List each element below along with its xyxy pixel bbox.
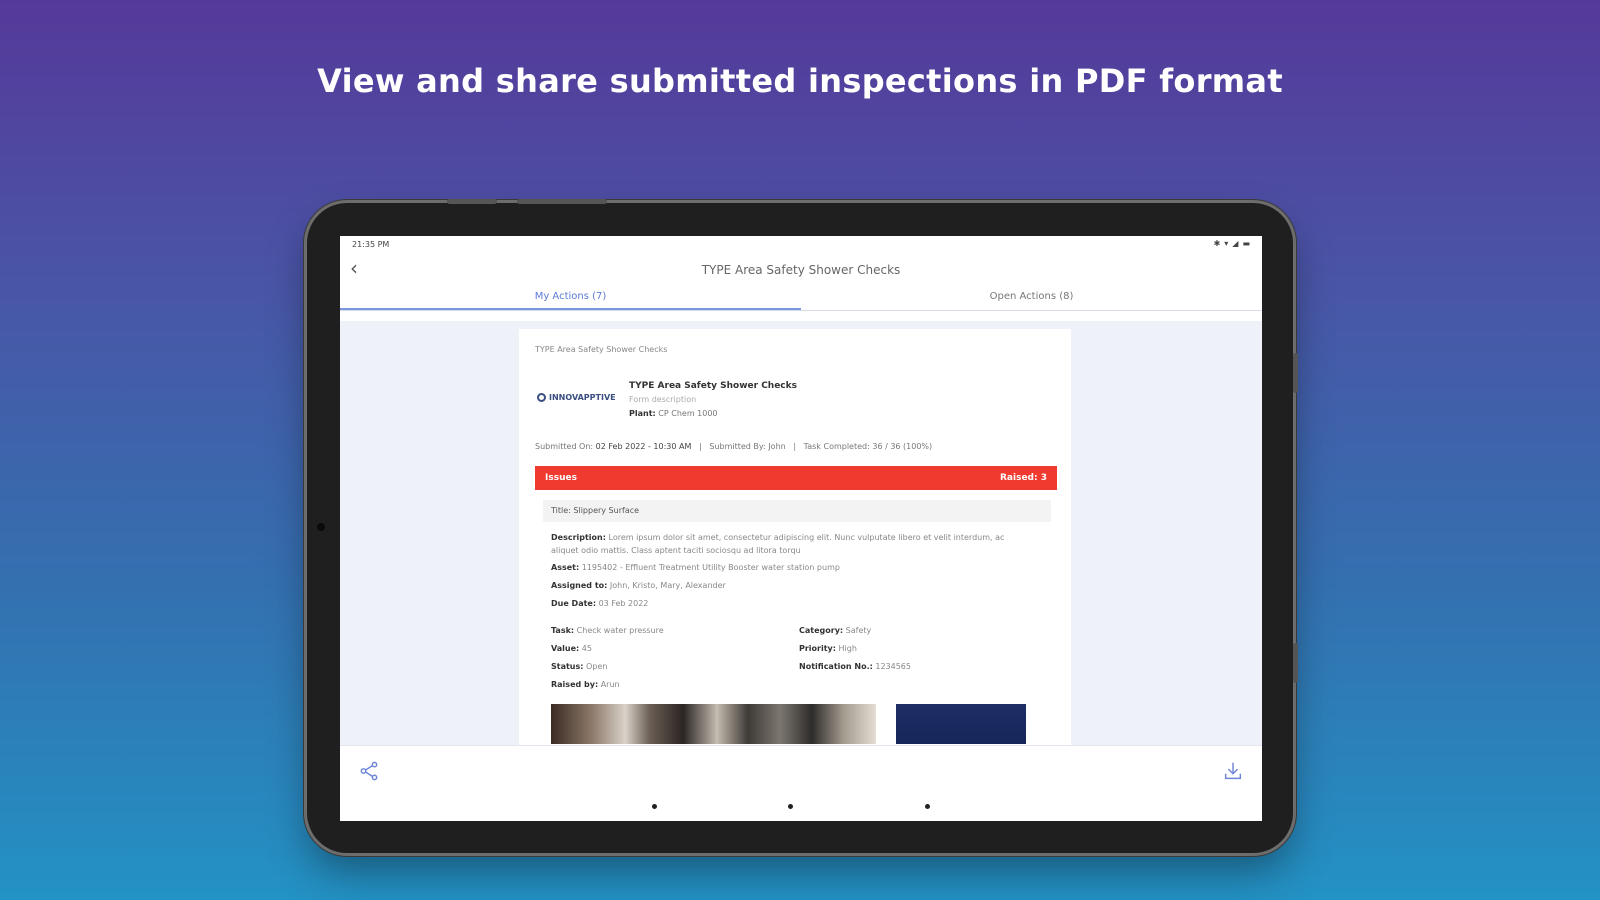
share-icon: [360, 761, 378, 781]
status-time: 21:35 PM: [352, 239, 390, 249]
value-value: 45: [581, 644, 592, 653]
tablet-device: 21:35 PM ✱ ▾ ◢ ▬ ‹ TYPE Area Safety Show…: [307, 199, 1298, 853]
notification-value: 1234565: [875, 662, 911, 671]
plant-value: CP Chem 1000: [658, 409, 718, 418]
issue-title-row: Title: Slippery Surface: [543, 500, 1051, 522]
plant-label: Plant:: [629, 409, 656, 418]
tablet-button: [447, 199, 497, 204]
status-label: Status:: [551, 662, 584, 671]
bottom-toolbar: [340, 745, 1262, 821]
category-label: Category:: [799, 626, 844, 635]
assigned-value: John, Kristo, Mary, Alexander: [609, 581, 726, 590]
issue-photo[interactable]: [551, 704, 716, 744]
issues-label: Issues: [545, 473, 577, 483]
raised-value: Arun: [600, 680, 620, 689]
nav-back-button[interactable]: [925, 804, 930, 809]
task-completed-value: 36 / 36 (100%): [872, 442, 933, 451]
system-icons: ✱ ▾ ◢ ▬: [1214, 240, 1250, 248]
headline: View and share submitted inspections in …: [317, 62, 1283, 100]
raised-label: Raised by:: [551, 680, 599, 689]
logo-mark-icon: [537, 393, 546, 402]
wifi-icon: ▾: [1224, 239, 1229, 248]
bluetooth-icon: ✱: [1213, 239, 1221, 248]
priority-label: Priority:: [799, 644, 836, 653]
asset-value: 1195402 - Effluent Treatment Utility Boo…: [581, 563, 840, 572]
notification-label: Notification No.:: [799, 662, 873, 671]
assigned-label: Assigned to:: [551, 581, 608, 590]
priority-value: High: [838, 644, 857, 653]
form-title: TYPE Area Safety Shower Checks: [629, 381, 797, 391]
issue-category: Category: Safety: [799, 626, 871, 635]
description-label: Description:: [551, 533, 606, 542]
submission-info: Submitted On: 02 Feb 2022 - 10:30 AM | S…: [535, 442, 933, 451]
status-bar: 21:35 PM ✱ ▾ ◢ ▬: [340, 236, 1262, 252]
issue-assigned: Assigned to: John, Kristo, Mary, Alexand…: [551, 581, 726, 590]
nav-recent-button[interactable]: [652, 804, 657, 809]
share-button[interactable]: [358, 760, 380, 786]
tablet-side-button: [1293, 643, 1298, 683]
issue-raised-by: Raised by: Arun: [551, 680, 620, 689]
camera-dot: [317, 523, 325, 531]
submitted-by-value: John: [768, 442, 786, 451]
issue-due-date: Due Date: 03 Feb 2022: [551, 599, 648, 608]
issue-title-label: Title:: [551, 506, 571, 515]
task-label: Task:: [551, 626, 575, 635]
task-completed-label: Task Completed:: [803, 442, 870, 451]
battery-icon: ▬: [1242, 239, 1250, 248]
task-value: Check water pressure: [576, 626, 664, 635]
submitted-on-label: Submitted On:: [535, 442, 594, 451]
issue-photo[interactable]: [896, 704, 1026, 744]
tab-bar: My Actions (7) Open Actions (8): [340, 286, 1262, 311]
due-label: Due Date:: [551, 599, 597, 608]
issue-description: Description: Lorem ipsum dolor sit amet,…: [551, 531, 1031, 557]
pdf-header-text: TYPE Area Safety Shower Checks: [535, 345, 668, 354]
issues-raised-count: Raised: 3: [1000, 473, 1047, 483]
app-bar: ‹ TYPE Area Safety Shower Checks: [340, 252, 1262, 286]
tablet-side-button: [1293, 353, 1298, 393]
issue-task: Task: Check water pressure: [551, 626, 664, 635]
submitted-by-label: Submitted By:: [709, 442, 766, 451]
tab-my-actions[interactable]: My Actions (7): [340, 286, 801, 310]
issue-value: Value: 45: [551, 644, 592, 653]
download-icon: [1224, 762, 1242, 780]
issue-status: Status: Open: [551, 662, 607, 671]
tablet-button: [517, 199, 607, 204]
submitted-on-value: 02 Feb 2022 - 10:30 AM: [595, 442, 692, 451]
value-label: Value:: [551, 644, 580, 653]
issue-priority: Priority: High: [799, 644, 857, 653]
tab-open-actions[interactable]: Open Actions (8): [801, 286, 1262, 310]
issue-asset: Asset: 1195402 - Effluent Treatment Util…: [551, 563, 840, 572]
form-description: Form description: [629, 395, 697, 404]
category-value: Safety: [845, 626, 872, 635]
nav-home-button[interactable]: [788, 804, 793, 809]
logo-text: INNOVAPPTIVE: [549, 393, 616, 402]
due-value: 03 Feb 2022: [598, 599, 649, 608]
issue-title-value: Slippery Surface: [573, 506, 640, 515]
description-value: Lorem ipsum dolor sit amet, consectetur …: [551, 533, 1005, 555]
issues-header: Issues Raised: 3: [535, 466, 1057, 490]
pdf-page[interactable]: TYPE Area Safety Shower Checks INNOVAPPT…: [519, 329, 1071, 745]
company-logo: INNOVAPPTIVE: [537, 393, 616, 402]
form-info: TYPE Area Safety Shower Checks Form desc…: [629, 379, 797, 421]
screen: 21:35 PM ✱ ▾ ◢ ▬ ‹ TYPE Area Safety Show…: [340, 236, 1262, 821]
signal-icon: ◢: [1232, 239, 1239, 248]
issue-photo[interactable]: [716, 704, 876, 744]
download-button[interactable]: [1222, 760, 1244, 786]
page-title: TYPE Area Safety Shower Checks: [701, 263, 901, 277]
issue-notification: Notification No.: 1234565: [799, 662, 911, 671]
pdf-viewer[interactable]: TYPE Area Safety Shower Checks INNOVAPPT…: [340, 321, 1262, 745]
asset-label: Asset:: [551, 563, 580, 572]
status-value: Open: [586, 662, 608, 671]
